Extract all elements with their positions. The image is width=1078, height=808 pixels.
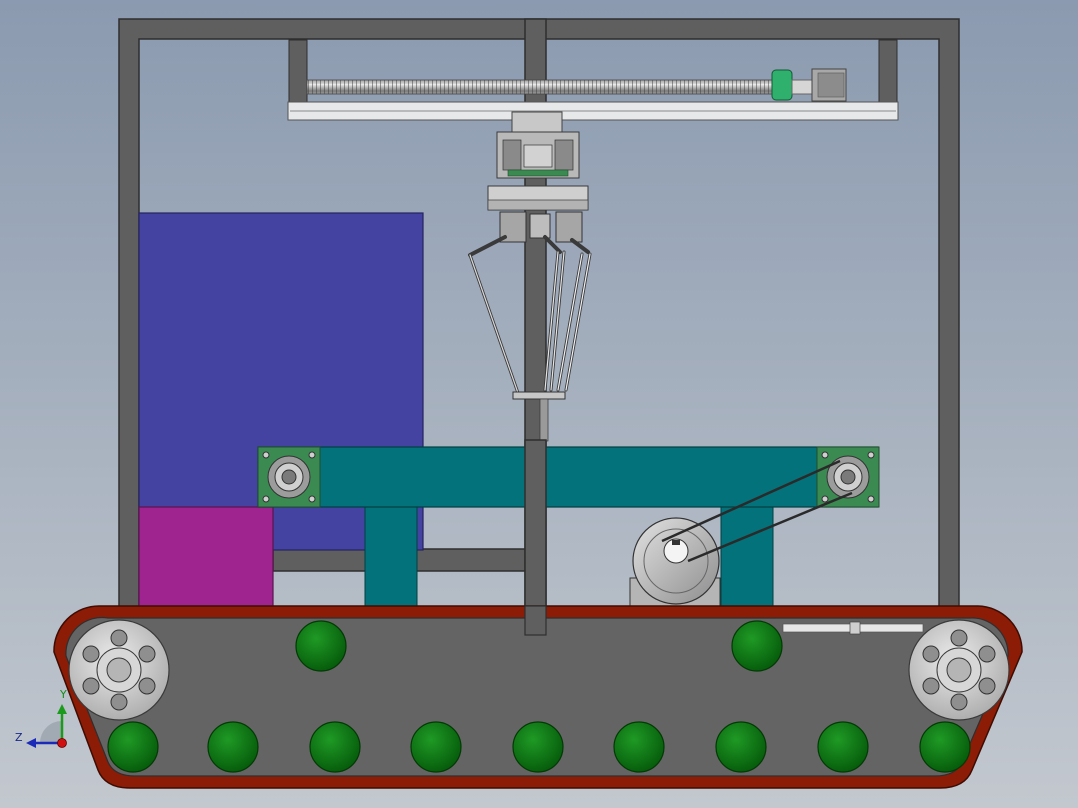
track-tensioner [782,621,924,635]
frame-center-post-lower [524,605,547,636]
conveyor-beam [257,446,879,508]
carriage [511,111,563,133]
battery-box-magenta [138,506,274,608]
z-axis-label: Z [15,731,23,744]
support-wheel-2 [731,620,783,672]
idler-sprocket-left [68,619,170,721]
servo-center [529,213,551,239]
road-wheel-5 [512,721,564,773]
base-plate-lip [487,199,589,211]
support-wheel-1 [295,620,347,672]
gantry-bracket-right [878,39,898,103]
housing-core [523,144,553,168]
drive-motor [629,517,721,608]
lead-screw [306,79,773,95]
screw-shaft [791,79,813,95]
xyz-axis-icon [26,704,67,748]
road-wheel-9 [919,721,971,773]
servo-right [555,211,583,243]
road-wheel-8 [817,721,869,773]
conveyor-leg-right [720,506,774,608]
crawler-robot-assembly [26,18,1023,789]
housing-window-right [554,139,574,171]
stepper-motor-face [817,72,845,98]
road-wheel-6 [613,721,665,773]
delta-arm-left [468,235,520,395]
road-wheel-7 [715,721,767,773]
housing-window-left [502,139,522,171]
road-wheel-1 [107,721,159,773]
end-effector-tool [539,398,549,442]
bearing-block-right [816,446,880,508]
bearing-block-left [257,446,321,508]
cad-viewport[interactable]: Z Y [0,0,1078,808]
road-wheel-2 [207,721,259,773]
lead-screw-gantry [287,39,899,121]
end-effector-platform [512,391,566,400]
road-wheel-3 [309,721,361,773]
conveyor-leg-left [364,506,418,608]
road-wheel-4 [410,721,462,773]
idler-sprocket-right [908,619,1010,721]
housing-mount-green [507,169,569,177]
screw-coupler [771,69,793,101]
gantry-bracket-left [288,39,308,103]
y-axis-label: Y [60,688,67,701]
